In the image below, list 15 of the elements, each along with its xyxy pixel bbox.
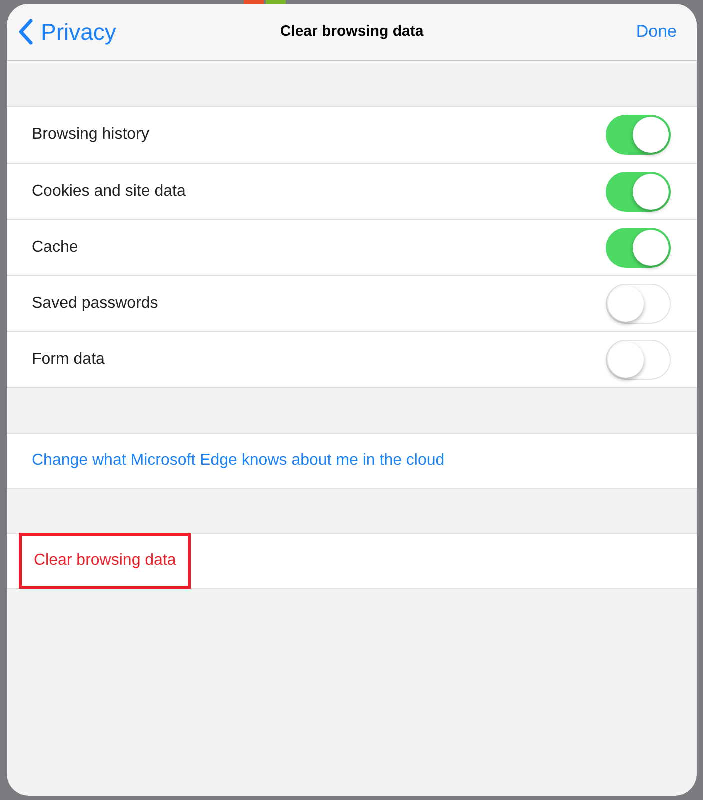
done-button[interactable]: Done [636, 19, 677, 45]
back-button[interactable]: Privacy [19, 14, 116, 50]
setting-label: Form data [32, 350, 105, 370]
toggle-switch[interactable] [606, 340, 671, 380]
toggle-switch[interactable] [606, 228, 671, 268]
setting-label: Browsing history [32, 125, 150, 145]
setting-label: Cookies and site data [32, 182, 186, 202]
toggle-switch[interactable] [606, 115, 671, 155]
clear-data-button[interactable]: Clear browsing data [19, 533, 192, 589]
toggle-switch[interactable] [606, 172, 671, 212]
setting-label: Saved passwords [32, 294, 158, 314]
window-title: Clear browsing data [280, 22, 424, 42]
setting-label: Cache [32, 238, 78, 258]
toggle-switch[interactable] [606, 284, 671, 324]
chevron-left-icon [19, 19, 33, 45]
